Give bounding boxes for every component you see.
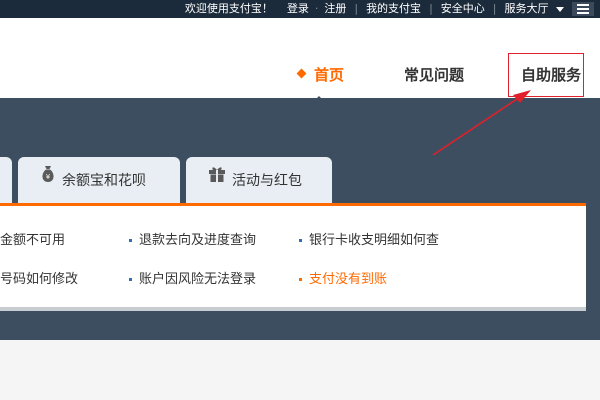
annotation-arrow [432,90,531,156]
